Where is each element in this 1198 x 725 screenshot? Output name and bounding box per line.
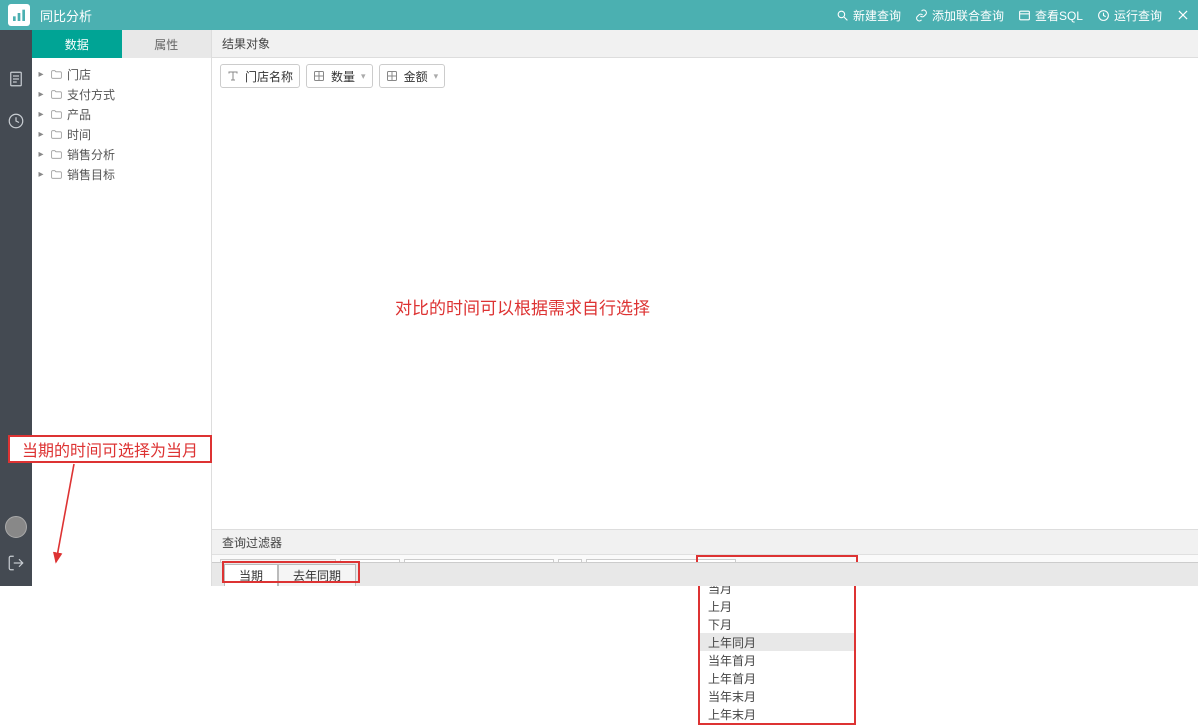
folder-icon [50, 88, 63, 101]
tree-item-product[interactable]: ▸产品 [36, 104, 207, 124]
tree-label: 产品 [67, 106, 91, 123]
pill-label: 数量 [331, 68, 355, 85]
dropdown-option[interactable]: 上年首月 [700, 669, 854, 687]
new-query-button[interactable]: 新建查询 [836, 7, 901, 24]
tree: ▸门店 ▸支付方式 ▸产品 ▸时间 ▸销售分析 ▸销售目标 [32, 58, 211, 190]
measure-icon [386, 70, 398, 82]
pill-label: 门店名称 [245, 68, 293, 85]
pill-amount[interactable]: 金额 ▾ [379, 64, 446, 88]
left-rail [0, 30, 32, 586]
topbar: 同比分析 新建查询 添加联合查询 查看SQL 运行查询 [0, 0, 1198, 30]
link-icon [915, 9, 928, 22]
rail-document-icon[interactable] [7, 70, 25, 88]
side-panel: 数据 属性 ▸门店 ▸支付方式 ▸产品 ▸时间 ▸销售分析 ▸销售目标 [32, 30, 212, 586]
add-union-query-button[interactable]: 添加联合查询 [915, 7, 1004, 24]
action-label: 运行查询 [1114, 7, 1162, 24]
sql-icon [1018, 9, 1031, 22]
user-avatar[interactable] [5, 516, 27, 538]
chevron-down-icon: ▾ [361, 71, 366, 82]
dropdown-option[interactable]: 上年同月 [700, 633, 854, 651]
action-label: 添加联合查询 [932, 7, 1004, 24]
annotation-text-current: 当期的时间可选择为当月 [8, 435, 212, 463]
pill-store-name[interactable]: 门店名称 [220, 64, 300, 88]
run-query-button[interactable]: 运行查询 [1097, 7, 1162, 24]
tree-item-sales-analysis[interactable]: ▸销售分析 [36, 144, 207, 164]
view-sql-button[interactable]: 查看SQL [1018, 7, 1083, 24]
folder-icon [50, 168, 63, 181]
tree-label: 支付方式 [67, 86, 115, 103]
exit-icon[interactable] [7, 554, 25, 572]
tab-current-period[interactable]: 当期 [224, 564, 278, 586]
tree-label: 门店 [67, 66, 91, 83]
tree-item-time[interactable]: ▸时间 [36, 124, 207, 144]
tree-item-store[interactable]: ▸门店 [36, 64, 207, 84]
close-button[interactable] [1176, 8, 1190, 22]
folder-icon [50, 68, 63, 81]
result-pills: 门店名称 数量 ▾ 金额 ▾ [212, 58, 1198, 94]
tree-item-sales-target[interactable]: ▸销售目标 [36, 164, 207, 184]
side-tabs: 数据 属性 [32, 30, 211, 58]
tab-last-year-period[interactable]: 去年同期 [278, 564, 356, 586]
pill-quantity[interactable]: 数量 ▾ [306, 64, 373, 88]
action-label: 查看SQL [1035, 7, 1083, 24]
measure-icon [313, 70, 325, 82]
dimension-icon [227, 70, 239, 82]
bottom-tabs: 当期 去年同期 [212, 562, 1198, 586]
app-logo [8, 4, 30, 26]
dropdown-option[interactable]: 当年首月 [700, 651, 854, 669]
rail-history-icon[interactable] [7, 112, 25, 130]
chevron-down-icon: ▾ [434, 71, 439, 82]
dropdown-option[interactable]: 上年末月 [700, 705, 854, 723]
result-canvas [212, 94, 1198, 529]
tree-item-payment[interactable]: ▸支付方式 [36, 84, 207, 104]
folder-icon [50, 128, 63, 141]
action-label: 新建查询 [853, 7, 901, 24]
filter-header: 查询过滤器 [212, 529, 1198, 555]
pill-label: 金额 [404, 68, 428, 85]
dropdown-option[interactable]: 当年末月 [700, 687, 854, 705]
search-icon [836, 9, 849, 22]
tree-label: 销售目标 [67, 166, 115, 183]
dropdown-option[interactable]: 下月 [700, 615, 854, 633]
compare-dropdown: 当月 上月 下月 上年同月 当年首月 上年首月 当年末月 上年末月 [698, 579, 856, 725]
dropdown-option[interactable]: 上月 [700, 597, 854, 615]
tree-label: 销售分析 [67, 146, 115, 163]
page-title: 同比分析 [40, 6, 92, 25]
tree-label: 时间 [67, 126, 91, 143]
content-panel: 结果对象 门店名称 数量 ▾ 金额 ▾ 查询过滤器 月 等于▾ [212, 30, 1198, 586]
folder-icon [50, 108, 63, 121]
tab-data[interactable]: 数据 [32, 30, 122, 58]
tab-attr[interactable]: 属性 [122, 30, 212, 58]
annotation-text-compare: 对比的时间可以根据需求自行选择 [395, 294, 650, 319]
run-icon [1097, 9, 1110, 22]
folder-icon [50, 148, 63, 161]
result-objects-header: 结果对象 [212, 30, 1198, 58]
